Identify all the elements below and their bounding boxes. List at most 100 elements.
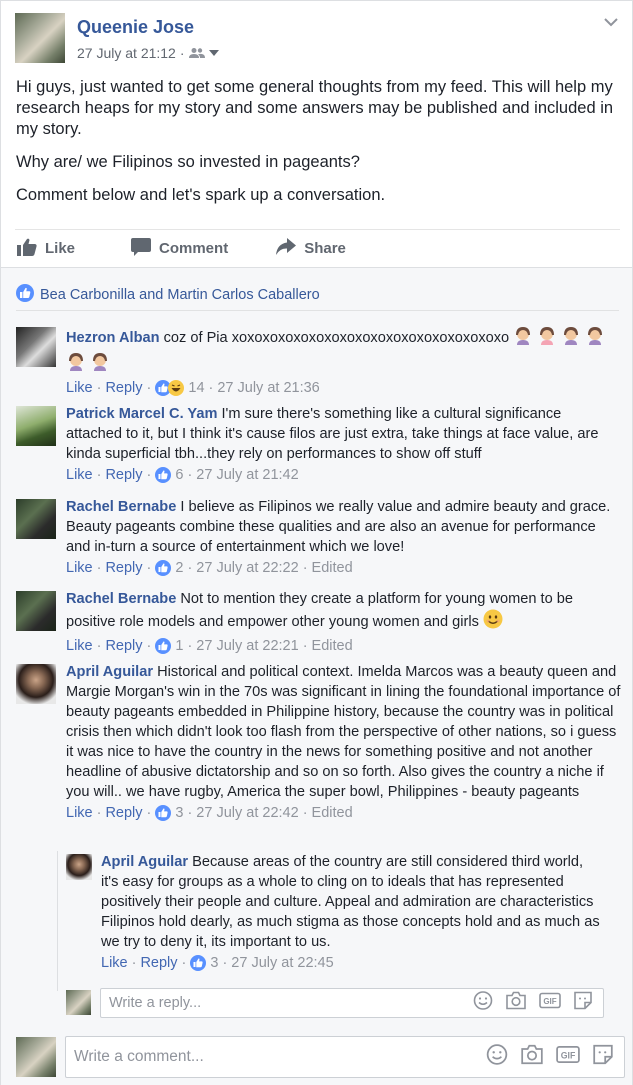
like-reaction-icon[interactable] — [155, 638, 172, 654]
like-reaction-icon[interactable] — [190, 955, 207, 971]
comment-input-box: GIF — [65, 1036, 625, 1078]
person-emoji-icon — [513, 325, 533, 351]
reaction-count[interactable]: 3 — [210, 953, 218, 973]
post-timestamp[interactable]: 27 July at 21:12 — [77, 45, 176, 61]
chevron-down-icon[interactable] — [604, 15, 618, 33]
reaction-count[interactable]: 1 — [175, 636, 183, 656]
comment-like-link[interactable]: Like — [66, 378, 93, 398]
friends-icon[interactable] — [188, 47, 205, 59]
commenter-name[interactable]: Rachel Bernabe — [66, 499, 176, 515]
commenter-avatar[interactable] — [16, 499, 56, 539]
svg-text:GIF: GIF — [561, 1050, 576, 1060]
commenter-name[interactable]: Rachel Bernabe — [66, 591, 176, 607]
comment-time[interactable]: 27 July at 22:42 — [196, 803, 298, 823]
post-paragraph: Why are/ we Filipinos so invested in pag… — [16, 153, 360, 171]
camera-icon[interactable] — [505, 991, 527, 1016]
commenter-name[interactable]: April Aguilar — [101, 854, 188, 870]
comment-time[interactable]: 27 July at 21:36 — [217, 378, 319, 398]
edited-label[interactable]: Edited — [312, 636, 353, 656]
reaction-count[interactable]: 14 — [188, 378, 204, 398]
smile-emoji-icon — [483, 609, 503, 635]
gif-icon[interactable]: GIF — [556, 1044, 580, 1071]
comment-input-icons: GIF — [486, 1044, 614, 1071]
reaction-count[interactable]: 6 — [175, 465, 183, 485]
person-emoji-icon — [585, 325, 605, 351]
reply-input-box: GIF — [100, 988, 604, 1018]
person-emoji-icon — [561, 325, 581, 351]
like-reaction-icon[interactable] — [155, 560, 172, 576]
comment-like-link[interactable]: Like — [101, 953, 128, 973]
comment-actions: Like · Reply · 6 · 27 July at 21:42 — [66, 465, 299, 485]
haha-reaction-icon — [168, 380, 185, 396]
comment-reply-link[interactable]: Reply — [105, 378, 142, 398]
comment-reply-link[interactable]: Reply — [105, 803, 142, 823]
comment-time[interactable]: 27 July at 22:21 — [196, 636, 298, 656]
reply-input[interactable] — [101, 989, 441, 1017]
share-icon — [276, 237, 297, 260]
edited-label[interactable]: Edited — [312, 558, 353, 578]
like-label: Like — [45, 240, 76, 257]
edited-label[interactable]: Edited — [312, 803, 353, 823]
commenter-name[interactable]: Patrick Marcel C. Yam — [66, 406, 217, 422]
share-button[interactable]: Share — [276, 237, 346, 260]
caret-down-icon[interactable] — [208, 49, 219, 57]
commenter-avatar[interactable] — [16, 406, 56, 446]
comment-text: coz of Pia xoxoxoxoxoxoxoxoxoxoxoxoxoxox… — [163, 329, 510, 346]
camera-icon[interactable] — [520, 1044, 544, 1071]
user-avatar[interactable] — [16, 1037, 56, 1077]
user-avatar[interactable] — [66, 990, 91, 1015]
comment-reply-link[interactable]: Reply — [105, 465, 142, 485]
likers-names: Bea Carbonilla and Martin Carlos Caballe… — [40, 287, 320, 303]
thumbs-up-icon — [17, 238, 37, 260]
comment-reply-link[interactable]: Reply — [105, 636, 142, 656]
likes-summary[interactable]: Bea Carbonilla and Martin Carlos Caballe… — [16, 284, 320, 306]
commenter-avatar[interactable] — [66, 854, 92, 880]
comment-button[interactable]: Comment — [131, 237, 228, 260]
dot-separator: · — [179, 45, 185, 61]
commenter-avatar[interactable] — [16, 664, 56, 704]
post-paragraph: Comment below and let's spark up a conve… — [16, 186, 386, 204]
comment-reply-link[interactable]: Reply — [105, 558, 142, 578]
comment-input[interactable] — [66, 1037, 406, 1077]
comment-like-link[interactable]: Like — [66, 558, 93, 578]
sticker-icon[interactable] — [592, 1044, 614, 1071]
like-reaction-icon — [16, 284, 34, 306]
reply-thread-line — [57, 851, 58, 991]
author-avatar[interactable] — [15, 13, 65, 63]
comment-like-link[interactable]: Like — [66, 465, 93, 485]
post-paragraph: Hi guys, just wanted to get some general… — [16, 78, 614, 138]
comment-text: Historical and political context. Imelda… — [66, 664, 621, 800]
commenter-name[interactable]: April Aguilar — [66, 664, 153, 680]
comment-like-link[interactable]: Like — [66, 803, 93, 823]
comment-time[interactable]: 27 July at 22:45 — [231, 953, 333, 973]
comment-time[interactable]: 27 July at 21:42 — [196, 465, 298, 485]
comment-reply-link[interactable]: Reply — [140, 953, 177, 973]
gif-icon[interactable]: GIF — [539, 991, 561, 1016]
comment-actions: Like · Reply · 14 · 27 July at 21:36 — [66, 378, 320, 398]
comment-icon — [131, 237, 152, 260]
person-emoji-icon — [537, 325, 557, 351]
comment-actions: Like · Reply · 2 · 27 July at 22:22 · Edited — [66, 558, 353, 578]
sticker-icon[interactable] — [573, 991, 593, 1016]
author-name[interactable]: Queenie Jose — [77, 17, 194, 38]
commenter-avatar[interactable] — [16, 591, 56, 631]
comment-actions: Like · Reply · 1 · 27 July at 22:21 · Edited — [66, 636, 353, 656]
share-label: Share — [304, 240, 346, 257]
commenter-avatar[interactable] — [16, 327, 56, 367]
emoji-icon[interactable] — [473, 991, 493, 1016]
like-button[interactable]: Like — [17, 238, 75, 260]
svg-text:GIF: GIF — [543, 997, 556, 1006]
like-reaction-icon[interactable] — [155, 467, 172, 483]
reaction-icons[interactable] — [155, 380, 185, 396]
comment-actions: Like · Reply · 3 · 27 July at 22:42 · Edited — [66, 803, 353, 823]
post-actions: Like Comment Share — [15, 229, 620, 267]
post-text: Hi guys, just wanted to get some general… — [16, 77, 621, 218]
commenter-name[interactable]: Hezron Alban — [66, 330, 160, 346]
emoji-icon[interactable] — [486, 1044, 508, 1071]
comment-time[interactable]: 27 July at 22:22 — [196, 558, 298, 578]
reaction-count[interactable]: 2 — [175, 558, 183, 578]
like-reaction-icon[interactable] — [155, 805, 172, 821]
person-emoji-icon — [90, 351, 110, 377]
reaction-count[interactable]: 3 — [175, 803, 183, 823]
comment-like-link[interactable]: Like — [66, 636, 93, 656]
